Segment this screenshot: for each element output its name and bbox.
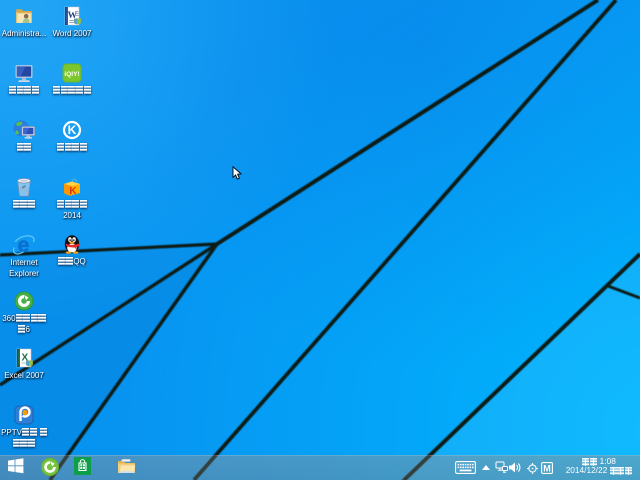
svg-text:iQIY!: iQIY! xyxy=(64,71,79,78)
svg-text:K: K xyxy=(69,186,77,197)
svg-text:M: M xyxy=(543,463,551,473)
svg-text:K: K xyxy=(68,123,77,137)
